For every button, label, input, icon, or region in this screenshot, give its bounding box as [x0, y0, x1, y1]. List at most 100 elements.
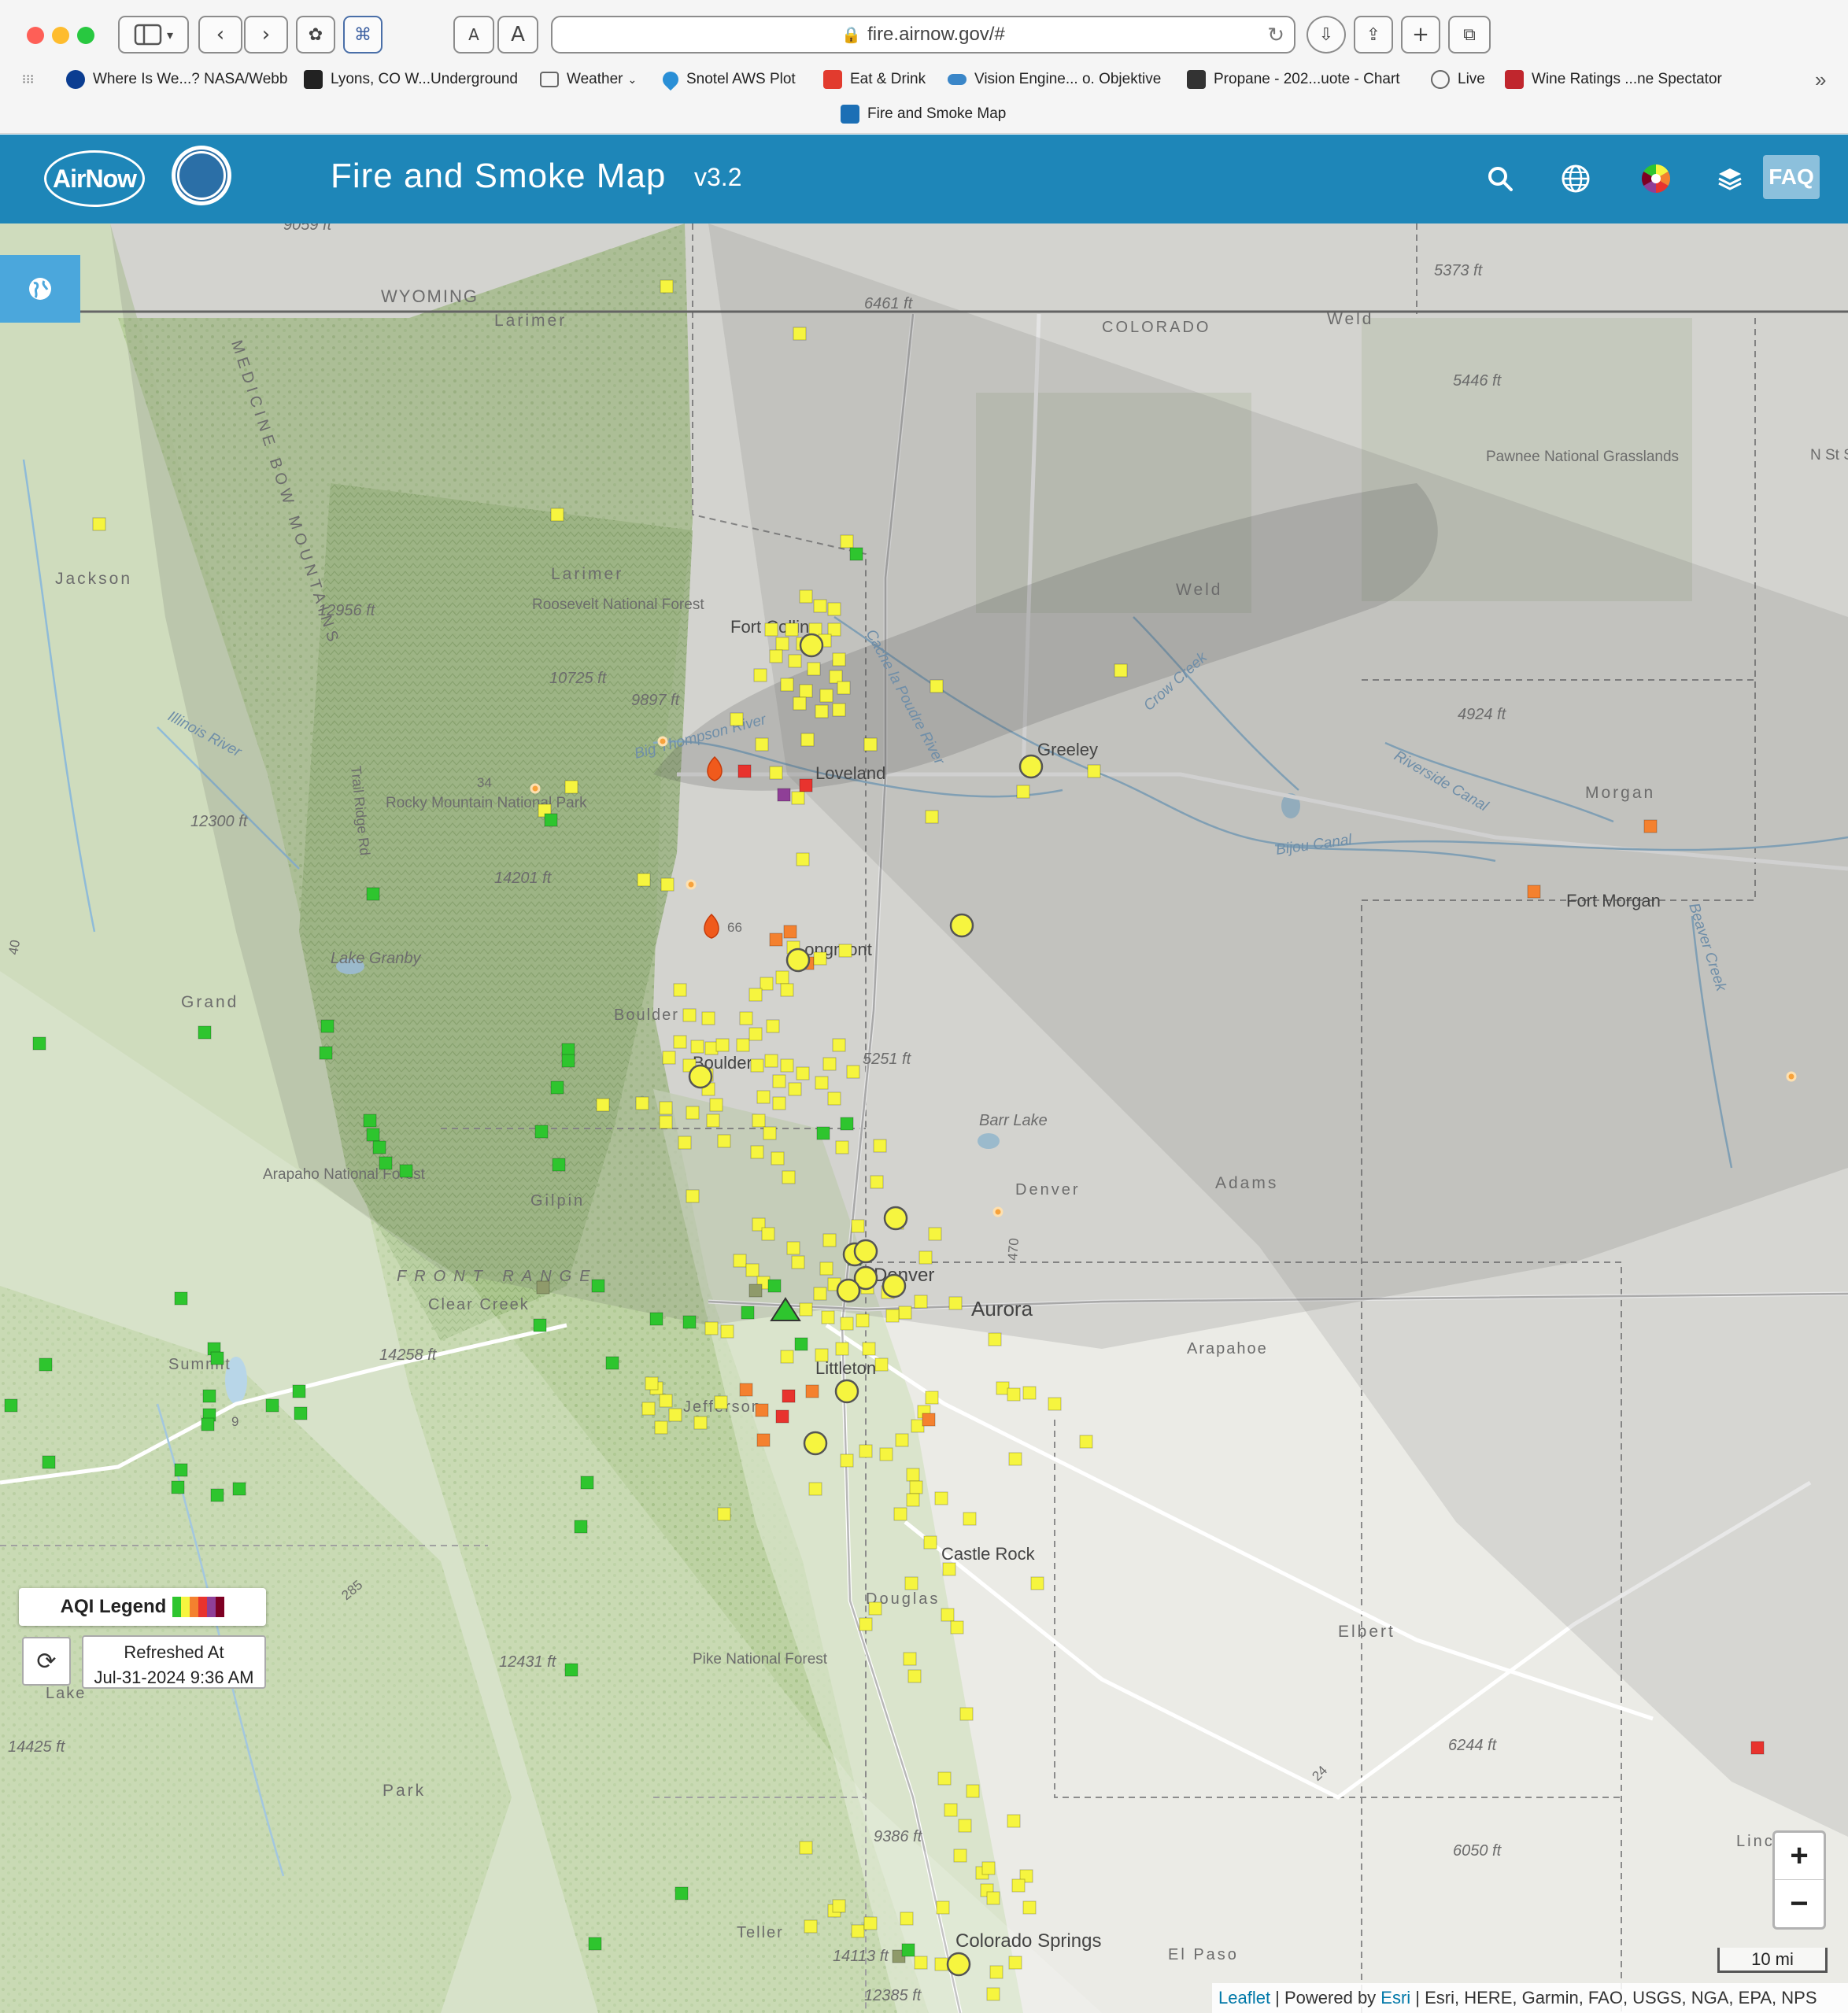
sensor-marker[interactable]: [794, 1337, 808, 1351]
text-larger-button[interactable]: A: [497, 16, 538, 54]
sensor-marker[interactable]: [750, 1145, 764, 1159]
sensor-marker[interactable]: [805, 1384, 819, 1398]
sensor-marker[interactable]: [372, 1140, 386, 1154]
sensor-marker[interactable]: [791, 791, 805, 805]
sensor-marker[interactable]: [775, 970, 789, 984]
sensor-marker[interactable]: [1087, 764, 1101, 778]
sensor-marker[interactable]: [605, 1356, 619, 1370]
sensor-marker[interactable]: [690, 1040, 704, 1054]
sensor-marker[interactable]: [928, 1227, 942, 1241]
sensor-marker[interactable]: [660, 877, 675, 892]
sensor-marker[interactable]: [686, 1106, 700, 1120]
faq-button[interactable]: FAQ: [1763, 155, 1820, 199]
sensor-marker[interactable]: [816, 1126, 830, 1140]
sensor-marker[interactable]: [874, 1357, 889, 1372]
sensor-marker[interactable]: [1007, 1387, 1021, 1402]
sensor-marker[interactable]: [925, 1391, 939, 1405]
sensor-marker[interactable]: [686, 1189, 700, 1203]
fire-hotspot-icon[interactable]: [686, 879, 697, 890]
sensor-marker[interactable]: [918, 1250, 933, 1265]
sensor-marker[interactable]: [986, 1891, 1000, 1905]
sensor-marker[interactable]: [813, 599, 827, 613]
sensor-marker[interactable]: [1079, 1435, 1093, 1449]
sensor-marker[interactable]: [659, 1101, 673, 1115]
monitor-marker[interactable]: [1018, 754, 1044, 779]
sensor-marker[interactable]: [654, 1420, 668, 1435]
sensor-marker[interactable]: [574, 1520, 588, 1534]
sensor-marker[interactable]: [832, 1038, 846, 1052]
sensor-marker[interactable]: [755, 1403, 769, 1417]
monitor-marker[interactable]: [946, 1952, 971, 1977]
sensor-marker[interactable]: [564, 1663, 578, 1677]
sensor-marker[interactable]: [764, 622, 778, 637]
sensor-marker[interactable]: [914, 1956, 928, 1970]
sensor-marker[interactable]: [788, 654, 802, 668]
sensor-marker[interactable]: [799, 684, 813, 698]
sensor-marker[interactable]: [840, 1117, 854, 1131]
zoom-in-button[interactable]: +: [1775, 1833, 1824, 1880]
sensor-marker[interactable]: [769, 933, 783, 947]
sensor-marker[interactable]: [870, 1175, 884, 1189]
sensor-marker[interactable]: [950, 1620, 964, 1634]
sensor-marker[interactable]: [580, 1476, 594, 1490]
bookmark-weather-folder[interactable]: Weather ⌄: [540, 68, 637, 91]
monitor-marker[interactable]: [883, 1206, 908, 1231]
sensor-marker[interactable]: [788, 1082, 802, 1096]
sensor-marker[interactable]: [804, 1919, 818, 1934]
sensor-marker[interactable]: [736, 1038, 750, 1052]
sensor-marker[interactable]: [873, 1139, 887, 1153]
sensor-marker[interactable]: [793, 696, 807, 711]
sensor-marker[interactable]: [174, 1463, 188, 1477]
sensor-marker[interactable]: [733, 1254, 747, 1268]
fire-hotspot-icon[interactable]: [530, 783, 541, 794]
sensor-marker[interactable]: [846, 1065, 860, 1079]
sensor-marker[interactable]: [588, 1937, 602, 1951]
sensor-marker[interactable]: [1007, 1814, 1021, 1828]
sensor-marker[interactable]: [863, 1916, 878, 1930]
sensor-marker[interactable]: [799, 1841, 813, 1855]
sensor-marker[interactable]: [937, 1771, 952, 1786]
sensor-marker[interactable]: [764, 1054, 778, 1068]
sensor-marker[interactable]: [550, 508, 564, 522]
sensor-marker[interactable]: [745, 1263, 760, 1277]
basemap-button[interactable]: [1558, 161, 1593, 196]
sensor-marker[interactable]: [550, 1080, 564, 1095]
new-tab-button[interactable]: +: [1401, 16, 1440, 54]
sensor-marker[interactable]: [835, 1342, 849, 1356]
airnow-logo[interactable]: AirNow: [44, 150, 145, 207]
sensor-marker[interactable]: [989, 1965, 1003, 1979]
sensor-marker[interactable]: [903, 1652, 917, 1666]
sensor-marker[interactable]: [755, 737, 769, 752]
sensor-marker[interactable]: [1016, 785, 1030, 799]
sensor-marker[interactable]: [635, 1096, 649, 1110]
sensor-marker[interactable]: [1527, 885, 1541, 899]
sensor-marker[interactable]: [783, 925, 797, 939]
sensor-marker[interactable]: [832, 1899, 846, 1913]
zoom-out-button[interactable]: −: [1775, 1880, 1824, 1927]
sensor-marker[interactable]: [561, 1054, 575, 1068]
sensor-marker[interactable]: [202, 1389, 216, 1403]
command-extension-button[interactable]: ⌘: [343, 16, 383, 54]
sensor-marker[interactable]: [849, 547, 863, 561]
sensor-marker[interactable]: [379, 1156, 393, 1170]
sensor-marker[interactable]: [32, 1036, 46, 1051]
sensor-marker[interactable]: [739, 1383, 753, 1397]
sensor-marker[interactable]: [42, 1455, 56, 1469]
sensor-marker[interactable]: [753, 668, 767, 682]
sensor-marker[interactable]: [953, 1849, 967, 1863]
bookmark-propane[interactable]: Propane - 202...uote - Chart: [1187, 68, 1400, 91]
share-button[interactable]: ⇪: [1354, 16, 1393, 54]
sensor-marker[interactable]: [851, 1219, 865, 1233]
sensor-marker[interactable]: [668, 1408, 682, 1422]
sensor-marker[interactable]: [819, 1261, 833, 1276]
sensor-marker[interactable]: [741, 1306, 755, 1320]
sensor-marker[interactable]: [772, 1096, 786, 1110]
sensor-marker[interactable]: [859, 1617, 873, 1631]
tab-overview-button[interactable]: ⧉: [1448, 16, 1491, 54]
sensor-marker[interactable]: [851, 1924, 865, 1938]
sensor-marker[interactable]: [909, 1480, 923, 1494]
monitor-marker[interactable]: [803, 1431, 828, 1456]
sensor-marker[interactable]: [799, 778, 813, 792]
search-button[interactable]: [1483, 161, 1517, 196]
sensor-marker[interactable]: [701, 1011, 715, 1025]
